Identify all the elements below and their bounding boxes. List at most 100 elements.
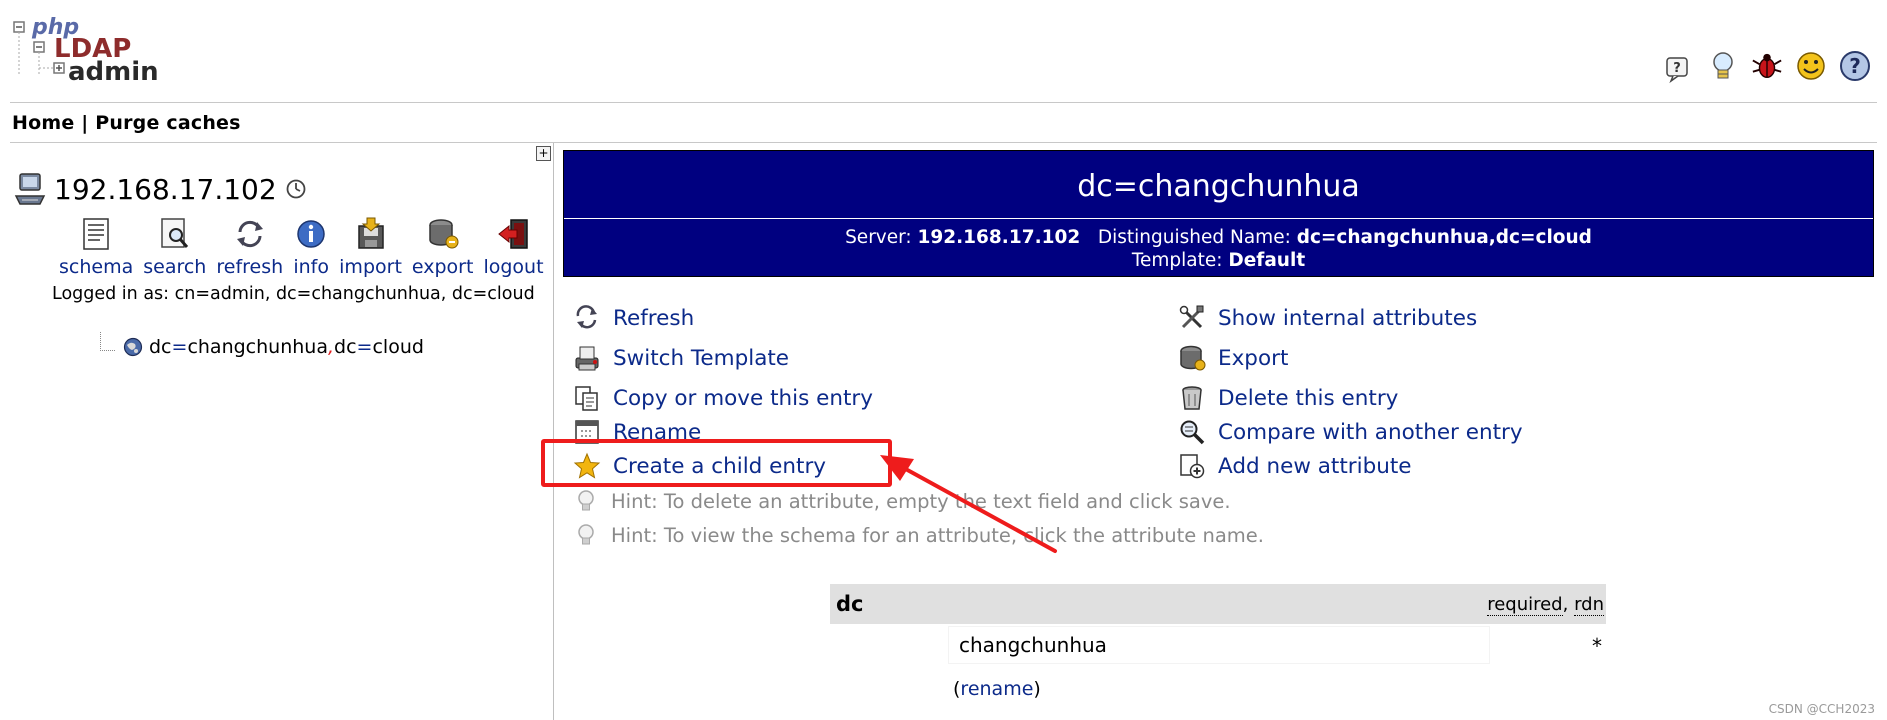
action-switch-template[interactable]: Switch Template	[573, 344, 789, 372]
flag-separator: ,	[1562, 594, 1569, 615]
refresh-icon	[236, 220, 263, 248]
server-name[interactable]: 192.168.17.102	[54, 173, 277, 206]
attribute-flags: required, rdn	[1487, 594, 1604, 616]
flag-required: required	[1487, 594, 1563, 616]
export-icon	[1180, 345, 1206, 371]
annotation-highlight-box	[541, 439, 892, 487]
required-marker: *	[1592, 634, 1602, 658]
toolbar-schema[interactable]: schema	[54, 216, 138, 278]
toolbar-schema-label: schema	[59, 256, 134, 278]
action-show-internal[interactable]: Show internal attributes	[1178, 304, 1477, 332]
compare-icon	[1180, 420, 1205, 445]
attribute-value-text: changchunhua	[959, 633, 1107, 657]
action-add-attribute[interactable]: Add new attribute	[1178, 452, 1412, 480]
annotation-arrow	[880, 455, 1057, 553]
action-refresh[interactable]: Refresh	[573, 304, 694, 332]
action-delete[interactable]: Delete this entry	[1178, 384, 1398, 412]
action-compare[interactable]: Compare with another entry	[1178, 418, 1523, 446]
search-icon	[161, 218, 188, 248]
toolbar-info[interactable]: info	[288, 216, 334, 278]
import-icon	[357, 217, 384, 249]
attribute-value-field[interactable]: changchunhua	[948, 626, 1490, 664]
action-add-attribute-label: Add new attribute	[1218, 453, 1412, 479]
toolbar-export[interactable]: export	[407, 216, 479, 278]
action-refresh-label: Refresh	[613, 305, 695, 331]
title-separator	[564, 218, 1873, 219]
template-label: Template:	[1131, 250, 1223, 271]
action-copy-move[interactable]: Copy or move this entry	[573, 384, 873, 412]
tree-attr-1: dc	[149, 336, 172, 358]
server-header: 192.168.17.102	[14, 170, 307, 208]
server-value: 192.168.17.102	[917, 227, 1081, 248]
svg-text:?: ?	[1849, 54, 1861, 78]
globe-icon	[123, 337, 143, 357]
nav-purge-caches-link[interactable]: Purge caches	[95, 112, 240, 134]
smiley-icon[interactable]	[1795, 50, 1827, 84]
schema-icon	[83, 218, 109, 250]
tree-node-label[interactable]: dc=changchunhua,dc=cloud	[149, 336, 424, 358]
action-compare-label: Compare with another entry	[1218, 419, 1523, 445]
toolbar-info-label: info	[293, 256, 329, 278]
toolbar-search-label: search	[143, 256, 207, 278]
tree-eq-2: =	[356, 336, 373, 358]
entry-title: dc=changchunhua	[1077, 169, 1360, 204]
dn-value: dc=changchunhua,dc=cloud	[1296, 227, 1592, 248]
toolbar-refresh[interactable]: refresh	[211, 216, 288, 278]
flag-rdn: rdn	[1574, 594, 1604, 616]
trash-icon	[1182, 386, 1202, 410]
action-export[interactable]: Export	[1178, 344, 1288, 372]
template-value: Default	[1228, 250, 1306, 271]
server-label: Server:	[845, 227, 912, 248]
lightbulb-icon	[578, 524, 594, 545]
action-switch-template-label: Switch Template	[613, 345, 790, 371]
help-icon[interactable]: ?	[1663, 50, 1695, 84]
toolbar-export-label: export	[411, 256, 474, 278]
entry-server-info: Server: 192.168.17.102 Distinguished Nam…	[564, 227, 1873, 248]
action-delete-label: Delete this entry	[1218, 385, 1399, 411]
svg-text:?: ?	[1673, 61, 1681, 76]
tools-icon	[1179, 305, 1204, 329]
header-icon-bar: ? ?	[1663, 50, 1871, 84]
tree-val-1: changchunhua	[187, 336, 328, 358]
hint-bulb-icon[interactable]	[1707, 50, 1739, 84]
toolbar-import[interactable]: import	[334, 216, 407, 278]
refresh-icon	[576, 305, 597, 329]
dn-label: Distinguished Name:	[1097, 227, 1291, 248]
watermark: CSDN @CCH2023	[1768, 702, 1875, 716]
expand-pane-icon[interactable]: +	[536, 146, 551, 161]
rename-paren-close: )	[1033, 678, 1041, 700]
logged-in-text: Logged in as: cn=admin, dc=changchunhua,…	[52, 284, 535, 304]
toolbar-logout-label: logout	[483, 256, 544, 278]
nav-home-link[interactable]: Home	[12, 112, 74, 134]
action-export-label: Export	[1218, 345, 1289, 371]
rename-link-wrapper: (rename)	[953, 678, 1041, 700]
toolbar-search[interactable]: search	[138, 216, 211, 278]
header: php LDAP admin ? ?	[0, 0, 1887, 104]
tree-eq-1: =	[171, 336, 188, 358]
logo-admin: admin	[68, 57, 159, 87]
phpldapadmin-logo[interactable]: php LDAP admin	[12, 14, 172, 92]
attribute-header-dc: dc required, rdn	[830, 584, 1606, 624]
top-nav: Home | Purge caches	[12, 108, 241, 138]
switch-template-icon	[575, 346, 599, 371]
action-copy-move-label: Copy or move this entry	[613, 385, 873, 411]
tree-branch-line	[100, 331, 115, 351]
clock-icon	[286, 179, 306, 199]
toolbar-logout[interactable]: logout	[478, 216, 548, 278]
entry-title-box: dc=changchunhua Server: 192.168.17.102 D…	[563, 150, 1874, 277]
info-icon	[297, 220, 325, 248]
tree-val-2: cloud	[372, 336, 424, 358]
copy-icon	[575, 386, 598, 411]
server-computer-icon	[14, 173, 46, 205]
tree-node-root[interactable]: dc=changchunhua,dc=cloud	[100, 331, 424, 358]
question-icon[interactable]: ?	[1839, 50, 1871, 84]
add-attribute-icon	[1180, 454, 1205, 479]
bug-icon[interactable]	[1751, 50, 1783, 84]
logo-tree-graphic: php LDAP admin	[13, 15, 159, 87]
action-show-internal-label: Show internal attributes	[1218, 305, 1478, 331]
pane-divider[interactable]	[553, 143, 554, 720]
toolbar-refresh-label: refresh	[216, 256, 284, 278]
rename-link[interactable]: rename	[960, 678, 1033, 700]
nav-separator: |	[81, 112, 89, 134]
attribute-name-link[interactable]: dc	[836, 592, 863, 616]
